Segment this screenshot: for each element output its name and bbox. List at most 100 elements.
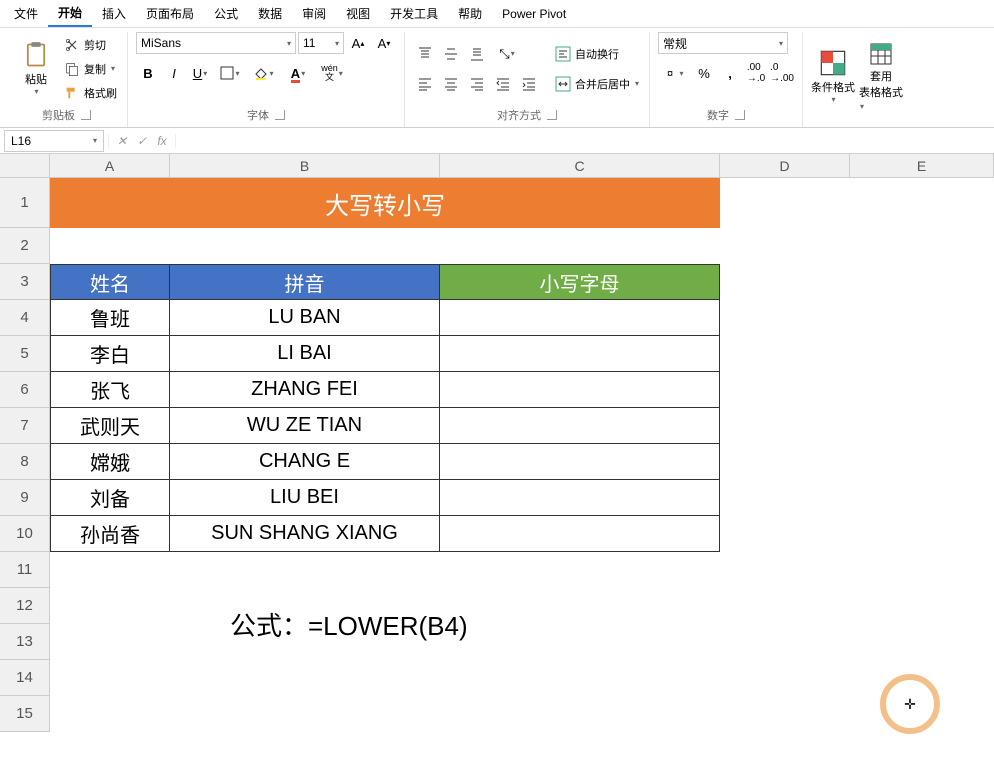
- cell-pinyin[interactable]: ZHANG FEI: [170, 372, 440, 408]
- column-header[interactable]: A: [50, 154, 170, 178]
- header-pinyin[interactable]: 拼音: [170, 264, 440, 300]
- wrap-text-button[interactable]: 自动换行: [553, 43, 641, 65]
- align-left-button[interactable]: [413, 73, 437, 95]
- row-header[interactable]: 3: [0, 264, 50, 300]
- cell-pinyin[interactable]: LU BAN: [170, 300, 440, 336]
- menu-home[interactable]: 开始: [48, 0, 92, 27]
- column-header[interactable]: E: [850, 154, 994, 178]
- underline-button[interactable]: U▾: [188, 62, 212, 84]
- cell-name[interactable]: 孙尚香: [50, 516, 170, 552]
- copy-button[interactable]: 复制▾: [62, 58, 119, 80]
- select-all-corner[interactable]: [0, 154, 50, 178]
- header-lower[interactable]: 小写字母: [440, 264, 720, 300]
- align-middle-button[interactable]: [439, 43, 463, 65]
- row-header[interactable]: 15: [0, 696, 50, 732]
- increase-decimal-button[interactable]: .00→.0: [744, 62, 768, 84]
- cancel-formula-icon[interactable]: ✕: [113, 134, 131, 148]
- menu-insert[interactable]: 插入: [92, 1, 136, 26]
- cell-pinyin[interactable]: SUN SHANG XIANG: [170, 516, 440, 552]
- cell-name[interactable]: 武则天: [50, 408, 170, 444]
- clipboard-launcher-icon[interactable]: [81, 110, 91, 120]
- fill-color-button[interactable]: ▾: [248, 62, 280, 84]
- orientation-button[interactable]: ⤡▾: [491, 43, 523, 65]
- decrease-decimal-button[interactable]: .0→.00: [770, 62, 794, 84]
- decrease-indent-button[interactable]: [491, 73, 515, 95]
- merge-center-button[interactable]: 合并后居中▾: [553, 73, 641, 95]
- italic-button[interactable]: I: [162, 62, 186, 84]
- align-bottom-button[interactable]: [465, 43, 489, 65]
- row-header[interactable]: 9: [0, 480, 50, 516]
- column-header[interactable]: C: [440, 154, 720, 178]
- cell-lower[interactable]: [440, 300, 720, 336]
- name-box[interactable]: L16▾: [4, 130, 104, 152]
- row-header[interactable]: 4: [0, 300, 50, 336]
- font-color-button[interactable]: A▾: [282, 62, 314, 84]
- fx-icon[interactable]: fx: [153, 134, 171, 148]
- menu-help[interactable]: 帮助: [448, 1, 492, 26]
- align-top-button[interactable]: [413, 43, 437, 65]
- conditional-format-button[interactable]: 条件格式▾: [811, 42, 855, 112]
- cell-lower[interactable]: [440, 516, 720, 552]
- cell-lower[interactable]: [440, 444, 720, 480]
- decrease-font-button[interactable]: A▾: [372, 32, 396, 54]
- menu-formulas[interactable]: 公式: [204, 1, 248, 26]
- phonetic-button[interactable]: wén文▾: [316, 62, 348, 84]
- increase-font-button[interactable]: A▴: [346, 32, 370, 54]
- row-header[interactable]: 7: [0, 408, 50, 444]
- cell-grid[interactable]: 大写转小写 姓名 拼音 小写字母 鲁班LU BAN李白LI BAI张飞ZHANG…: [50, 178, 994, 732]
- cell-pinyin[interactable]: LIU BEI: [170, 480, 440, 516]
- bold-button[interactable]: B: [136, 62, 160, 84]
- cell-pinyin[interactable]: LI BAI: [170, 336, 440, 372]
- cell-name[interactable]: 刘备: [50, 480, 170, 516]
- menu-file[interactable]: 文件: [4, 1, 48, 26]
- column-header[interactable]: B: [170, 154, 440, 178]
- menu-dev[interactable]: 开发工具: [380, 1, 448, 26]
- row-header[interactable]: 12: [0, 588, 50, 624]
- cell-name[interactable]: 嫦娥: [50, 444, 170, 480]
- cell-lower[interactable]: [440, 480, 720, 516]
- font-launcher-icon[interactable]: [275, 110, 285, 120]
- menu-data[interactable]: 数据: [248, 1, 292, 26]
- menu-layout[interactable]: 页面布局: [136, 1, 204, 26]
- header-name[interactable]: 姓名: [50, 264, 170, 300]
- font-size-combo[interactable]: 11▾: [298, 32, 344, 54]
- row-header[interactable]: 14: [0, 660, 50, 696]
- cell-name[interactable]: 鲁班: [50, 300, 170, 336]
- menu-review[interactable]: 审阅: [292, 1, 336, 26]
- cell-name[interactable]: 张飞: [50, 372, 170, 408]
- font-name-combo[interactable]: MiSans▾: [136, 32, 296, 54]
- menu-view[interactable]: 视图: [336, 1, 380, 26]
- cell-pinyin[interactable]: CHANG E: [170, 444, 440, 480]
- format-painter-button[interactable]: 格式刷: [62, 82, 119, 104]
- title-merged-cell[interactable]: 大写转小写: [50, 178, 720, 228]
- currency-button[interactable]: ¤▾: [658, 62, 690, 84]
- cell-lower[interactable]: [440, 372, 720, 408]
- table-format-button[interactable]: 套用 表格格式▾: [859, 42, 903, 112]
- cut-button[interactable]: 剪切: [62, 34, 119, 56]
- paste-button[interactable]: 粘贴 ▾: [14, 34, 58, 104]
- cell-lower[interactable]: [440, 336, 720, 372]
- enter-formula-icon[interactable]: ✓: [133, 134, 151, 148]
- increase-indent-button[interactable]: [517, 73, 541, 95]
- row-header[interactable]: 2: [0, 228, 50, 264]
- cell-name[interactable]: 李白: [50, 336, 170, 372]
- column-header[interactable]: D: [720, 154, 850, 178]
- row-header[interactable]: 6: [0, 372, 50, 408]
- row-header[interactable]: 13: [0, 624, 50, 660]
- row-header[interactable]: 5: [0, 336, 50, 372]
- percent-button[interactable]: %: [692, 62, 716, 84]
- cell-pinyin[interactable]: WU ZE TIAN: [170, 408, 440, 444]
- number-launcher-icon[interactable]: [735, 110, 745, 120]
- comma-button[interactable]: ,: [718, 62, 742, 84]
- row-header[interactable]: 1: [0, 178, 50, 228]
- number-format-combo[interactable]: 常规▾: [658, 32, 788, 54]
- formula-input[interactable]: [176, 130, 994, 152]
- cell-lower[interactable]: [440, 408, 720, 444]
- row-header[interactable]: 10: [0, 516, 50, 552]
- border-button[interactable]: ▾: [214, 62, 246, 84]
- menu-powerpivot[interactable]: Power Pivot: [492, 3, 576, 25]
- align-launcher-icon[interactable]: [547, 110, 557, 120]
- align-center-button[interactable]: [439, 73, 463, 95]
- row-header[interactable]: 8: [0, 444, 50, 480]
- align-right-button[interactable]: [465, 73, 489, 95]
